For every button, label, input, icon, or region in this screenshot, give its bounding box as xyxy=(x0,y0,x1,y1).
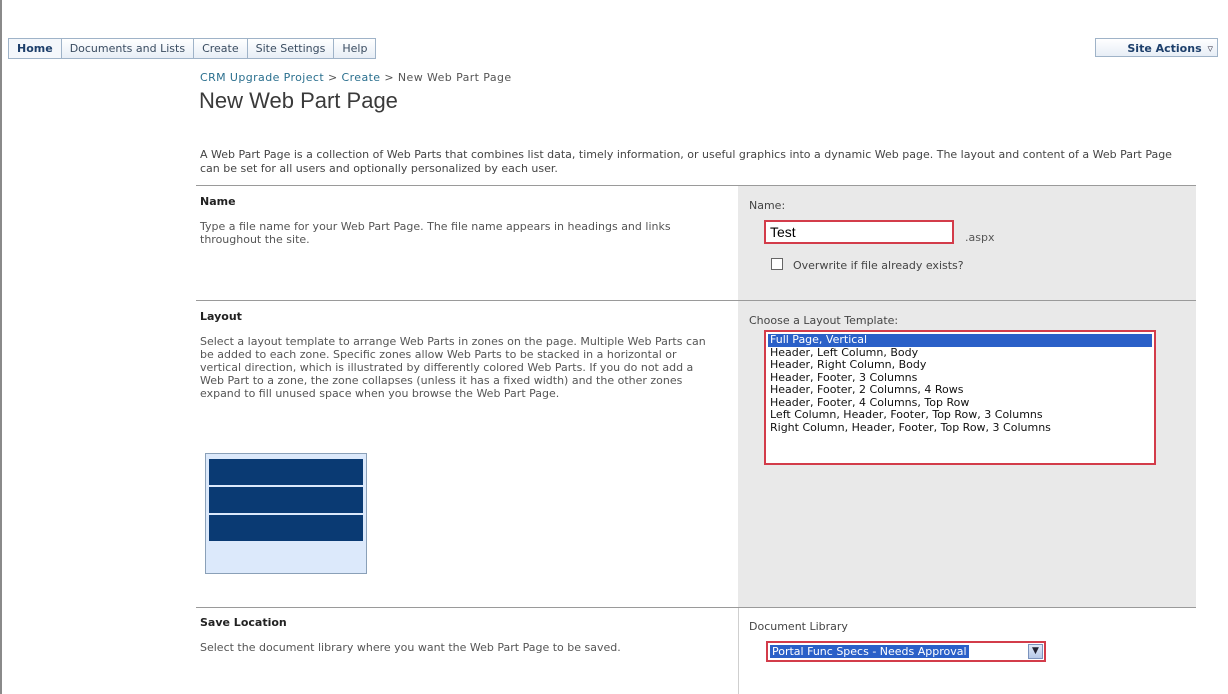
layout-option[interactable]: Header, Right Column, Body xyxy=(768,358,1152,372)
layout-option[interactable]: Full Page, Vertical xyxy=(768,333,1152,347)
chevron-down-icon: ▿ xyxy=(1207,42,1213,55)
layout-option[interactable]: Header, Footer, 2 Columns, 4 Rows xyxy=(768,383,1152,397)
document-library-selected-value: Portal Func Specs - Needs Approval xyxy=(770,645,969,658)
file-extension-label: .aspx xyxy=(965,231,995,244)
breadcrumb-link-create[interactable]: Create xyxy=(342,71,381,84)
layout-section-description: Select a layout template to arrange Web … xyxy=(200,335,706,400)
breadcrumb-separator: > xyxy=(327,71,338,84)
top-nav-bar: Home Documents and Lists Create Site Set… xyxy=(8,38,377,59)
layout-option[interactable]: Left Column, Header, Footer, Top Row, 3 … xyxy=(768,408,1152,422)
breadcrumb-current: New Web Part Page xyxy=(397,71,512,84)
page-title: New Web Part Page xyxy=(199,88,398,113)
preview-zone xyxy=(209,515,363,541)
save-location-section-title: Save Location xyxy=(200,616,287,629)
tab-home[interactable]: Home xyxy=(8,38,62,59)
site-actions-menu[interactable]: Site Actions ▿ xyxy=(1095,38,1218,57)
breadcrumb: CRM Upgrade Project > Create > New Web P… xyxy=(200,71,512,84)
layout-option[interactable]: Right Column, Header, Footer, Top Row, 3… xyxy=(768,421,1152,435)
name-field-label: Name: xyxy=(749,199,786,212)
window-left-edge xyxy=(0,0,2,694)
intro-text: A Web Part Page is a collection of Web P… xyxy=(200,148,1172,175)
tab-help[interactable]: Help xyxy=(334,38,377,59)
breadcrumb-link-site[interactable]: CRM Upgrade Project xyxy=(200,71,324,84)
tab-site-settings[interactable]: Site Settings xyxy=(247,38,335,59)
layout-preview-image xyxy=(205,453,367,574)
name-section-title: Name xyxy=(200,195,236,208)
tab-create[interactable]: Create xyxy=(194,38,248,59)
overwrite-checkbox[interactable] xyxy=(771,258,783,270)
breadcrumb-separator: > xyxy=(384,71,394,84)
save-section-divider xyxy=(738,608,739,694)
preview-zone xyxy=(209,487,363,513)
document-library-select[interactable]: Portal Func Specs - Needs Approval ▼ xyxy=(766,641,1046,662)
layout-field-label: Choose a Layout Template: xyxy=(749,314,899,327)
tab-documents-and-lists[interactable]: Documents and Lists xyxy=(61,38,195,59)
preview-zone xyxy=(209,459,363,485)
name-section-description: Type a file name for your Web Part Page.… xyxy=(200,220,671,246)
save-location-description: Select the document library where you wa… xyxy=(200,641,621,654)
chevron-down-icon[interactable]: ▼ xyxy=(1028,644,1043,659)
overwrite-checkbox-label: Overwrite if file already exists? xyxy=(793,259,964,272)
layout-template-listbox[interactable]: Full Page, Vertical Header, Left Column,… xyxy=(764,330,1156,465)
document-library-label: Document Library xyxy=(749,620,848,633)
layout-section-title: Layout xyxy=(200,310,242,323)
section-divider xyxy=(196,607,1196,608)
file-name-input[interactable] xyxy=(764,220,954,244)
site-actions-label: Site Actions xyxy=(1127,42,1202,55)
